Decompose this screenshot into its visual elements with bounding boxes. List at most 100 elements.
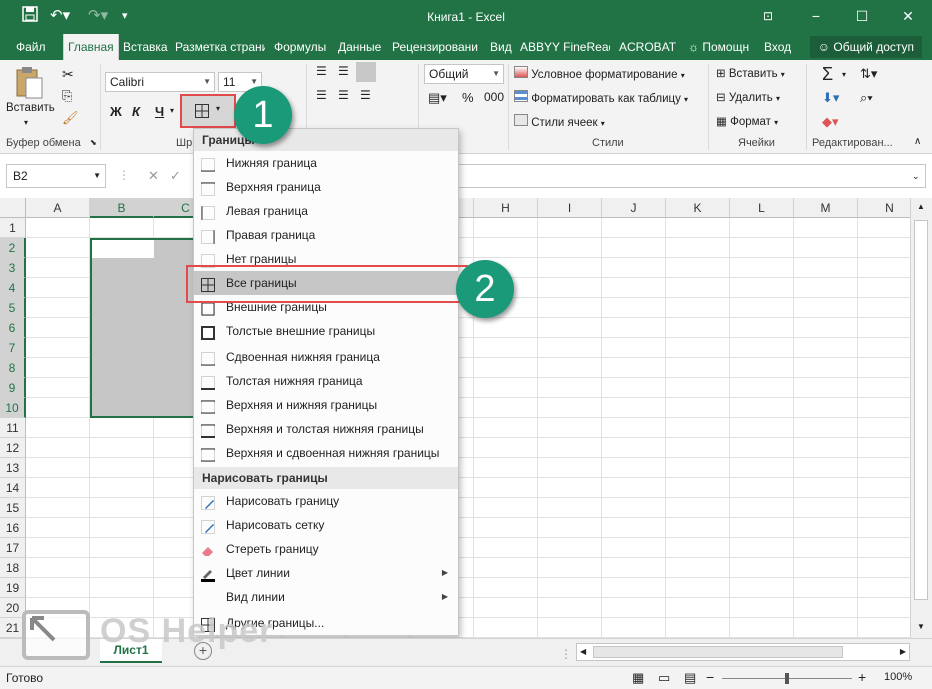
share-button[interactable]: ☺ Общий доступ [809,36,922,58]
maximize-button[interactable]: ☐ [842,4,882,28]
paste-button[interactable]: Вставить [6,102,55,114]
paste-dropdown-icon[interactable]: ▾ [24,118,28,127]
italic-button[interactable]: К [132,104,140,119]
h-scroll-thumb[interactable] [593,646,843,658]
menu-item-left-border[interactable]: Левая граница [194,199,458,223]
find-icon[interactable]: ⌕▾ [860,90,873,106]
row-header[interactable]: 13 [0,458,26,478]
scroll-thumb[interactable] [914,220,928,600]
column-header[interactable]: L [730,198,794,218]
align-middle-icon[interactable]: ☰ [338,64,349,78]
menu-item-top-double-bottom-border[interactable]: Верхняя и сдвоенная нижняя границы [194,441,458,465]
underline-dropdown-icon[interactable]: ▾ [170,106,174,115]
close-button[interactable]: ✕ [888,4,928,28]
autosum-icon[interactable]: Σ [822,64,833,85]
scroll-right-icon[interactable]: ▶ [900,647,906,656]
bold-button[interactable]: Ж [110,104,122,119]
zoom-slider-thumb[interactable] [785,673,789,684]
row-header[interactable]: 6 [0,318,26,338]
format-cells-button[interactable]: ▦ Формат ▾ [716,114,778,128]
align-bottom-icon[interactable] [356,62,376,82]
column-header[interactable]: J [602,198,666,218]
horizontal-scrollbar[interactable]: ◀ ▶ [576,643,910,661]
expand-formula-icon[interactable]: ⌄ [912,171,920,182]
menu-item-double-bottom-border[interactable]: Сдвоенная нижняя граница [194,345,458,369]
row-header[interactable]: 8 [0,358,26,378]
menu-item-bottom-border[interactable]: Нижняя граница [194,151,458,175]
row-header[interactable]: 10 [0,398,26,418]
scroll-up-icon[interactable]: ▲ [917,202,925,211]
column-header[interactable]: K [666,198,730,218]
menu-item-thick-bottom-border[interactable]: Толстая нижняя граница [194,369,458,393]
clipboard-launcher-icon[interactable]: ⬊ [90,138,97,147]
page-break-view-icon[interactable]: ▤ [684,670,696,686]
row-header[interactable]: 17 [0,538,26,558]
row-header[interactable]: 15 [0,498,26,518]
cut-icon[interactable]: ✂ [62,66,74,83]
row-header[interactable]: 1 [0,218,26,238]
font-name-select[interactable]: Calibri ▼ [105,72,215,92]
align-top-icon[interactable]: ☰ [316,64,327,78]
vertical-scrollbar[interactable]: ▲ ▼ [910,198,932,638]
active-cell[interactable] [92,240,154,258]
menu-item-line-color[interactable]: Цвет линии ▶ [194,561,458,585]
row-header[interactable]: 18 [0,558,26,578]
zoom-level[interactable]: 100% [884,671,912,683]
zoom-out-icon[interactable]: − [706,669,714,685]
row-header[interactable]: 19 [0,578,26,598]
column-header[interactable]: A [26,198,90,218]
menu-item-right-border[interactable]: Правая граница [194,223,458,247]
column-header[interactable]: N [858,198,910,218]
row-header[interactable]: 14 [0,478,26,498]
column-header[interactable]: I [538,198,602,218]
row-header[interactable]: 9 [0,378,26,398]
minimize-button[interactable]: − [796,4,836,28]
align-right-icon[interactable]: ☰ [360,88,371,102]
normal-view-icon[interactable]: ▦ [632,670,644,686]
zoom-in-icon[interactable]: + [858,669,866,685]
row-header[interactable]: 12 [0,438,26,458]
column-header[interactable]: M [794,198,858,218]
menu-item-thick-outside-borders[interactable]: Толстые внешние границы [194,319,458,343]
clear-icon[interactable]: ◆▾ [822,114,839,130]
menu-item-top-bottom-border[interactable]: Верхняя и нижняя границы [194,393,458,417]
menu-item-draw-grid[interactable]: Нарисовать сетку [194,513,458,537]
copy-icon[interactable]: ⎘ [62,88,72,104]
tab-file[interactable]: Файл [16,34,46,60]
row-header[interactable]: 7 [0,338,26,358]
underline-button[interactable]: Ч [155,104,164,119]
align-left-icon[interactable]: ☰ [316,88,327,102]
row-header[interactable]: 5 [0,298,26,318]
column-header[interactable]: B [90,198,154,218]
tab-data[interactable]: Данные [338,34,381,60]
collapse-ribbon-icon[interactable]: ∧ [914,136,921,147]
tab-tell-me[interactable]: ☼ Помощн [688,34,749,60]
row-header[interactable]: 16 [0,518,26,538]
menu-item-draw-border[interactable]: Нарисовать границу [194,489,458,513]
cell-styles-button[interactable]: Стили ячеек ▾ [514,114,605,129]
menu-item-erase-border[interactable]: Стереть границу [194,537,458,561]
tab-formulas[interactable]: Формулы [274,34,326,60]
tab-home[interactable]: Главная [63,34,119,60]
row-header[interactable]: 4 [0,278,26,298]
menu-item-top-border[interactable]: Верхняя граница [194,175,458,199]
borders-button[interactable]: ▾ [180,94,236,128]
row-header[interactable]: 2 [0,238,26,258]
row-header[interactable]: 3 [0,258,26,278]
column-header[interactable]: H [474,198,538,218]
sign-in-link[interactable]: Вход [764,34,791,60]
paste-icon[interactable] [14,66,44,103]
tab-abbyy[interactable]: ABBYY FineRead [520,34,610,60]
tab-insert[interactable]: Вставка [123,34,168,60]
scroll-left-icon[interactable]: ◀ [580,647,586,656]
menu-item-top-thick-bottom-border[interactable]: Верхняя и толстая нижняя границы [194,417,458,441]
delete-cells-button[interactable]: ⊟ Удалить ▾ [716,90,780,104]
currency-icon[interactable]: ▤▾ [428,90,447,106]
selected-range[interactable] [90,238,200,418]
tab-acrobat[interactable]: ACROBAT [619,34,676,60]
confirm-icon[interactable]: ✓ [170,168,181,184]
insert-cells-button[interactable]: ⊞ Вставить ▾ [716,66,785,80]
row-header[interactable]: 11 [0,418,26,438]
name-box[interactable]: B2 ▼ [6,164,106,188]
number-format-select[interactable]: Общий ▼ [424,64,504,84]
